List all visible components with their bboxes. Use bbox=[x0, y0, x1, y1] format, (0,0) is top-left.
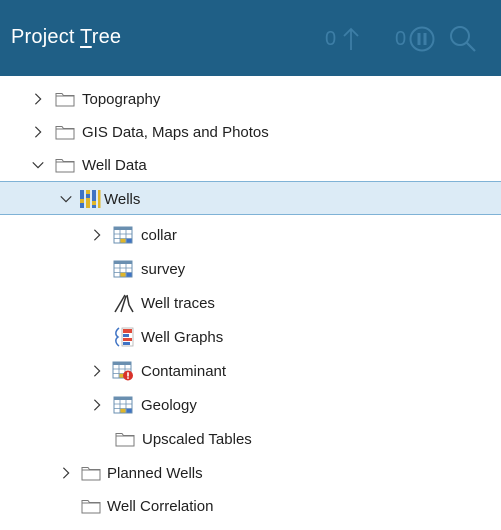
project-tree: Topography GIS Data, Maps and Photos Wel… bbox=[0, 76, 501, 530]
folder-icon bbox=[80, 489, 102, 523]
tree-item-well-traces[interactable]: Well traces bbox=[0, 286, 501, 320]
folder-icon bbox=[114, 422, 136, 456]
tree-item-topography[interactable]: Topography bbox=[0, 82, 501, 116]
tree-item-well-graphs[interactable]: Well Graphs bbox=[0, 320, 501, 354]
chevron-right-icon[interactable] bbox=[89, 354, 105, 388]
table-icon bbox=[112, 388, 134, 422]
tree-item-label: Contaminant bbox=[141, 362, 227, 380]
pause-icon bbox=[409, 26, 435, 52]
tree-item-contaminant[interactable]: Contaminant bbox=[0, 354, 501, 388]
arrow-up-icon bbox=[343, 27, 359, 50]
tree-item-label: Well Correlation bbox=[107, 497, 214, 515]
title-mnemonic: T bbox=[80, 26, 92, 48]
table-icon bbox=[112, 354, 134, 388]
tree-item-label: Geology bbox=[141, 396, 197, 414]
pause-control[interactable]: 0 bbox=[395, 22, 436, 56]
tree-item-label: survey bbox=[141, 260, 186, 278]
tree-item-label: Wells bbox=[104, 190, 141, 208]
tree-item-collar[interactable]: collar bbox=[0, 218, 501, 252]
well-graphs-icon bbox=[113, 320, 135, 354]
chevron-right-icon[interactable] bbox=[89, 218, 105, 252]
tree-item-label: GIS Data, Maps and Photos bbox=[82, 123, 269, 141]
table-icon bbox=[112, 218, 134, 252]
tree-item-label: collar bbox=[141, 226, 177, 244]
chevron-right-icon[interactable] bbox=[30, 115, 46, 149]
panel-title: Project Tree bbox=[11, 26, 121, 49]
folder-icon bbox=[54, 115, 76, 149]
folder-icon bbox=[54, 148, 76, 182]
chevron-right-icon[interactable] bbox=[30, 82, 46, 116]
tree-item-gis-data[interactable]: GIS Data, Maps and Photos bbox=[0, 115, 501, 149]
tree-item-wells[interactable]: Wells bbox=[0, 181, 501, 215]
pause-count: 0 bbox=[395, 27, 407, 50]
chevron-down-icon[interactable] bbox=[58, 182, 74, 216]
title-text-end: ree bbox=[91, 26, 122, 48]
title-text: Project bbox=[11, 26, 81, 48]
folder-icon bbox=[54, 82, 76, 116]
tree-item-label: Well Data bbox=[82, 156, 147, 174]
tree-item-well-correlation[interactable]: Well Correlation bbox=[0, 489, 501, 523]
tree-item-label: Planned Wells bbox=[107, 464, 203, 482]
search-icon bbox=[450, 26, 476, 52]
folder-icon bbox=[80, 456, 102, 490]
well-traces-icon bbox=[113, 286, 135, 320]
chevron-down-icon[interactable] bbox=[30, 148, 46, 182]
tree-item-label: Upscaled Tables bbox=[142, 430, 252, 448]
tree-item-well-data[interactable]: Well Data bbox=[0, 148, 501, 182]
filter-count: 0 bbox=[325, 27, 337, 50]
tree-item-geology[interactable]: Geology bbox=[0, 388, 501, 422]
tree-item-survey[interactable]: survey bbox=[0, 252, 501, 286]
tree-item-label: Well Graphs bbox=[141, 328, 224, 346]
wells-icon bbox=[79, 182, 101, 216]
tree-item-upscaled-tables[interactable]: Upscaled Tables bbox=[0, 422, 501, 456]
chevron-right-icon[interactable] bbox=[58, 456, 74, 490]
table-icon bbox=[112, 252, 134, 286]
tree-item-label: Well traces bbox=[141, 294, 215, 312]
project-tree-header: Project Tree 0 0 bbox=[0, 0, 501, 76]
tree-item-planned-wells[interactable]: Planned Wells bbox=[0, 456, 501, 490]
search-button[interactable] bbox=[448, 22, 478, 56]
tree-item-label: Topography bbox=[82, 90, 161, 108]
chevron-right-icon[interactable] bbox=[89, 388, 105, 422]
filter-control[interactable]: 0 bbox=[325, 22, 360, 56]
